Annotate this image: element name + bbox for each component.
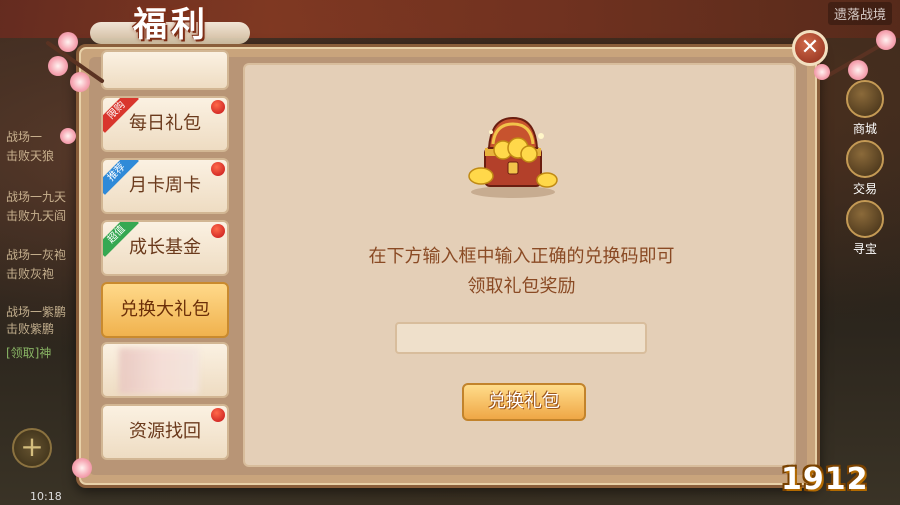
instruction-line: 领取礼包奖励 xyxy=(467,276,576,297)
side-button-treasure[interactable]: 寻宝 xyxy=(840,200,890,257)
tab-redeem-gift[interactable]: 兑换大礼包 xyxy=(101,282,229,338)
scene-area-label[interactable]: 遗落战境 xyxy=(827,2,892,25)
redeem-instruction: 在下方输入框中输入正确的兑换码即可 领取礼包奖励 xyxy=(245,242,798,302)
side-button-shop[interactable]: 商城 xyxy=(840,80,890,137)
notification-dot-icon xyxy=(211,408,225,422)
chat-line: 战场一紫鹏 xyxy=(6,305,67,319)
notification-dot-icon xyxy=(211,162,225,176)
side-button-label: 寻宝 xyxy=(852,242,877,256)
chat-line: [领取]神 xyxy=(6,346,52,360)
close-button[interactable]: ✕ xyxy=(792,30,828,66)
tab-label: 成长基金 xyxy=(129,237,201,258)
tab-label: 兑换大礼包 xyxy=(120,299,210,320)
redeem-code-input[interactable] xyxy=(395,322,647,354)
chat-line: 击败九天阎 xyxy=(6,209,67,223)
shop-icon xyxy=(846,80,884,118)
redeem-gift-button[interactable]: 兑换礼包 xyxy=(462,383,586,421)
treasure-chest-icon xyxy=(468,116,558,198)
site-watermark: 1912 xyxy=(781,462,869,497)
side-button-label: 商城 xyxy=(852,122,877,136)
chat-line: 战场一灰袍 xyxy=(6,248,67,262)
side-button-label: 交易 xyxy=(852,182,877,196)
tab-resource-recovery[interactable]: 资源找回 xyxy=(101,404,229,460)
instruction-line: 在下方输入框中输入正确的兑换码即可 xyxy=(368,246,675,267)
treasure-icon xyxy=(846,200,884,238)
plus-icon[interactable]: + xyxy=(12,428,52,468)
tab-daily-gift[interactable]: 限购 每日礼包 xyxy=(101,96,229,152)
chat-line: 战场一 xyxy=(6,130,43,144)
close-icon: ✕ xyxy=(800,35,820,60)
tab-monthly-card[interactable]: 推荐 月卡周卡 xyxy=(101,158,229,214)
tab-label: 每日礼包 xyxy=(129,113,201,134)
notification-dot-icon xyxy=(211,100,225,114)
trade-icon xyxy=(846,140,884,178)
side-button-trade[interactable]: 交易 xyxy=(840,140,890,197)
tab-hidden-top[interactable] xyxy=(101,50,229,90)
tab-growth-fund[interactable]: 超值 成长基金 xyxy=(101,220,229,276)
chat-line: 战场一九天 xyxy=(6,190,67,204)
clock-time: 10:18 xyxy=(30,490,62,503)
chat-line: 击败灰袍 xyxy=(6,267,55,281)
tab-blurred[interactable] xyxy=(101,342,229,398)
tab-label: 资源找回 xyxy=(129,421,201,442)
redeem-content: 在下方输入框中输入正确的兑换码即可 领取礼包奖励 兑换礼包 xyxy=(243,63,796,467)
chat-line: 击败紫鹏 xyxy=(6,322,55,336)
chat-line: 击败天狼 xyxy=(6,149,55,163)
blurred-content xyxy=(119,348,199,394)
panel-title: 福利 xyxy=(133,5,209,45)
notification-dot-icon xyxy=(211,224,225,238)
tab-label: 月卡周卡 xyxy=(129,175,201,196)
